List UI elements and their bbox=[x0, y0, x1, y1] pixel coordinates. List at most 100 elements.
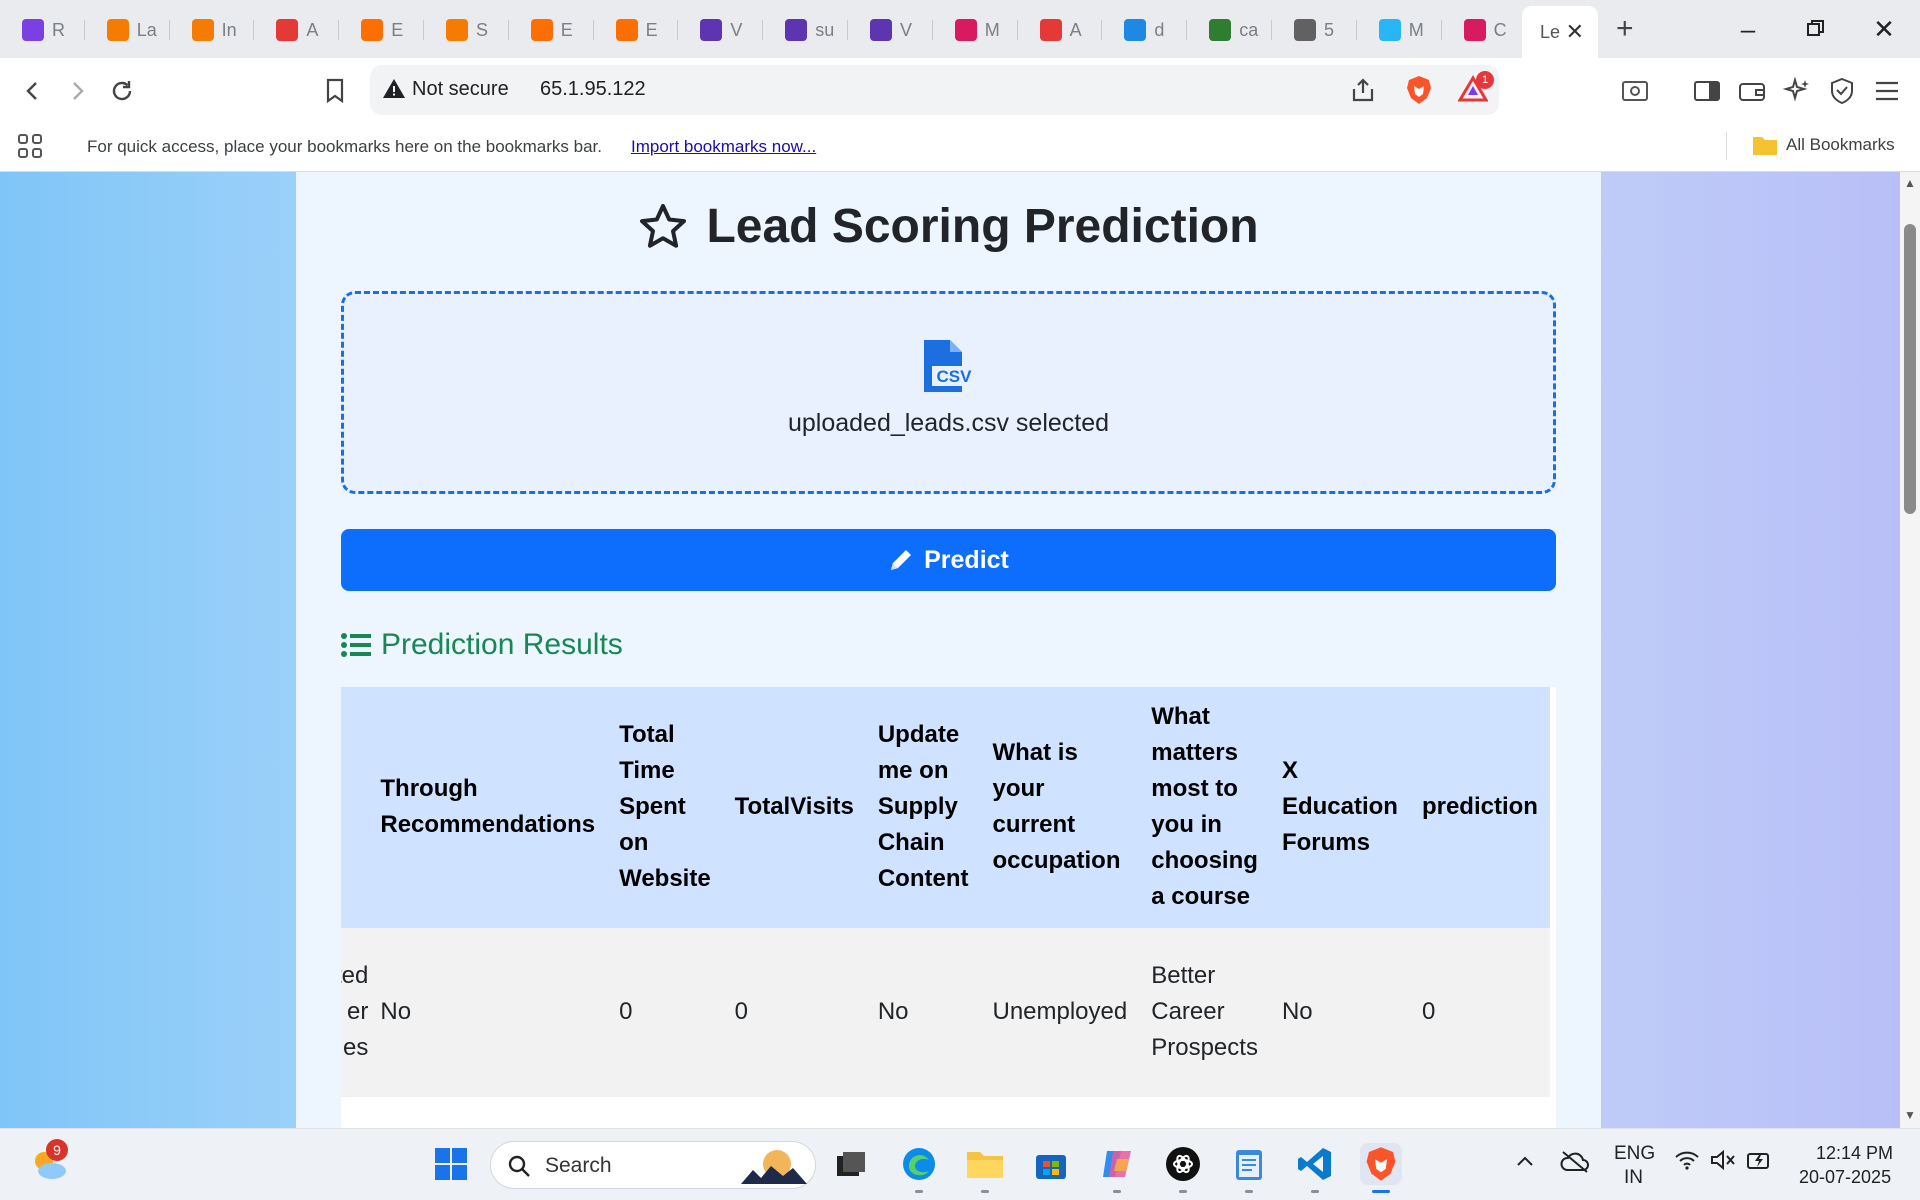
language-label[interactable]: ENG bbox=[1614, 1143, 1655, 1165]
table-cell: 0 bbox=[607, 926, 723, 1097]
active-browser-tab[interactable]: Le ✕ bbox=[1522, 6, 1598, 58]
tab-title: In bbox=[221, 19, 237, 40]
vpn-button[interactable] bbox=[1825, 74, 1859, 108]
tray-overflow-button[interactable] bbox=[1515, 1151, 1535, 1176]
store-button[interactable] bbox=[1030, 1143, 1072, 1185]
star-icon bbox=[640, 203, 687, 248]
notepad-button[interactable] bbox=[1228, 1143, 1270, 1193]
results-table-container[interactable]: Through Recommendations Total Time Spent… bbox=[341, 687, 1556, 1128]
sidebar-icon bbox=[1694, 81, 1720, 101]
browser-tab[interactable]: In bbox=[170, 11, 255, 49]
bookmark-button[interactable] bbox=[318, 74, 352, 108]
browser-tab[interactable]: M bbox=[933, 11, 1018, 49]
search-icon bbox=[508, 1155, 530, 1177]
tab-title: M bbox=[984, 19, 1000, 40]
leo-ai-button[interactable] bbox=[1780, 74, 1814, 108]
column-header: prediction bbox=[1409, 687, 1550, 927]
browser-tab[interactable]: A bbox=[254, 11, 340, 49]
restore-button[interactable] bbox=[1796, 10, 1836, 48]
browser-tab[interactable]: A bbox=[1018, 11, 1103, 49]
scroll-down-icon[interactable]: ▼ bbox=[1904, 1108, 1916, 1122]
wifi-icon bbox=[1675, 1151, 1699, 1170]
copilot-icon bbox=[1103, 1151, 1131, 1177]
back-button[interactable] bbox=[16, 74, 50, 108]
scrollbar-thumb[interactable] bbox=[1904, 224, 1916, 514]
apps-button[interactable] bbox=[16, 132, 44, 165]
clock-time[interactable]: 12:14 PM bbox=[1816, 1143, 1893, 1164]
browser-tab[interactable]: S bbox=[424, 11, 509, 49]
close-tab-icon[interactable]: ✕ bbox=[1566, 19, 1584, 45]
taskbar: 9 Search ENG IN 12:14 PM 20-07-2025 bbox=[0, 1128, 1920, 1200]
volume-button[interactable] bbox=[1710, 1149, 1736, 1176]
results-heading: Prediction Results bbox=[341, 628, 623, 662]
running-indicator bbox=[1113, 1190, 1121, 1193]
weather-badge: 9 bbox=[46, 1139, 68, 1161]
browser-tab[interactable]: su bbox=[763, 11, 848, 49]
back-arrow-icon bbox=[26, 82, 37, 100]
menu-button[interactable] bbox=[1870, 74, 1904, 108]
brave-taskbar-button[interactable] bbox=[1360, 1143, 1402, 1193]
forward-button[interactable] bbox=[60, 74, 94, 108]
tab-favicon-icon bbox=[1378, 19, 1401, 41]
reader-mode-button[interactable] bbox=[1618, 74, 1652, 108]
running-indicator bbox=[915, 1190, 923, 1193]
browser-tab[interactable]: E bbox=[339, 11, 424, 49]
file-drop-zone[interactable]: CSV uploaded_leads.csv selected bbox=[341, 291, 1556, 494]
browser-tab[interactable]: ca bbox=[1187, 11, 1272, 49]
browser-tab[interactable]: E bbox=[509, 11, 594, 49]
store-icon bbox=[1036, 1155, 1066, 1179]
tab-favicon-icon bbox=[361, 19, 384, 41]
browser-tab[interactable]: La bbox=[85, 11, 170, 49]
table-cell: 0 bbox=[1409, 926, 1550, 1097]
url-text[interactable]: 65.1.95.122 bbox=[540, 78, 646, 101]
wifi-button[interactable] bbox=[1674, 1149, 1700, 1176]
brave-rewards-button[interactable]: 1 bbox=[1457, 71, 1494, 108]
active-indicator bbox=[1372, 1190, 1390, 1193]
new-tab-button[interactable]: + bbox=[1616, 12, 1634, 46]
vscode-button[interactable] bbox=[1294, 1143, 1336, 1193]
page-scrollbar[interactable]: ▲ ▼ bbox=[1900, 172, 1920, 1128]
sidebar-button[interactable] bbox=[1690, 74, 1724, 108]
predict-button[interactable]: Predict bbox=[341, 529, 1556, 591]
browser-tab[interactable]: R bbox=[0, 11, 85, 49]
tab-title: V bbox=[900, 19, 913, 40]
wallet-icon bbox=[1739, 83, 1765, 101]
browser-tab[interactable]: M bbox=[1357, 11, 1442, 49]
edge-button[interactable] bbox=[898, 1143, 940, 1193]
wallet-button[interactable] bbox=[1735, 74, 1769, 108]
start-button[interactable] bbox=[430, 1143, 472, 1185]
all-bookmarks-button[interactable]: All Bookmarks bbox=[1752, 134, 1895, 156]
battery-charging-icon bbox=[1747, 1153, 1769, 1169]
browser-tab[interactable]: 5 bbox=[1272, 11, 1357, 49]
minimize-button[interactable]: – bbox=[1728, 10, 1768, 48]
copilot-button[interactable] bbox=[1096, 1143, 1138, 1193]
weather-widget[interactable]: 9 bbox=[28, 1139, 70, 1185]
browser-tab[interactable]: C bbox=[1442, 11, 1527, 49]
selected-file-label: uploaded_leads.csv selected bbox=[787, 409, 1110, 437]
import-bookmarks-link[interactable]: Import bookmarks now... bbox=[631, 137, 816, 157]
running-indicator bbox=[1311, 1190, 1319, 1193]
browser-tab[interactable]: E bbox=[594, 11, 679, 49]
reload-button[interactable] bbox=[105, 74, 139, 108]
taskbar-search[interactable]: Search bbox=[490, 1141, 816, 1189]
all-bookmarks-label: All Bookmarks bbox=[1786, 135, 1895, 154]
scroll-up-icon[interactable]: ▲ bbox=[1904, 176, 1916, 190]
column-header: Through Recommendations bbox=[368, 687, 608, 927]
tab-title: S bbox=[476, 19, 489, 40]
share-button[interactable] bbox=[1350, 77, 1378, 108]
clock-date[interactable]: 20-07-2025 bbox=[1799, 1167, 1891, 1188]
close-window-button[interactable]: ✕ bbox=[1864, 10, 1904, 48]
address-bar[interactable]: Not secure 65.1.95.122 1 bbox=[370, 65, 1499, 115]
tab-favicon-icon bbox=[785, 19, 808, 41]
onedrive-button[interactable] bbox=[1560, 1149, 1590, 1180]
browser-tab[interactable]: V bbox=[848, 11, 933, 49]
battery-button[interactable] bbox=[1745, 1149, 1773, 1176]
browser-toolbar: Not secure 65.1.95.122 1 bbox=[0, 58, 1920, 122]
browser-tab[interactable]: d bbox=[1102, 11, 1188, 49]
task-view-button[interactable] bbox=[830, 1143, 872, 1185]
browser-tab[interactable]: V bbox=[678, 11, 764, 49]
brave-shields-button[interactable] bbox=[1406, 75, 1432, 110]
region-label[interactable]: IN bbox=[1624, 1167, 1643, 1189]
file-explorer-button[interactable] bbox=[964, 1143, 1006, 1193]
chatgpt-button[interactable] bbox=[1162, 1143, 1204, 1193]
